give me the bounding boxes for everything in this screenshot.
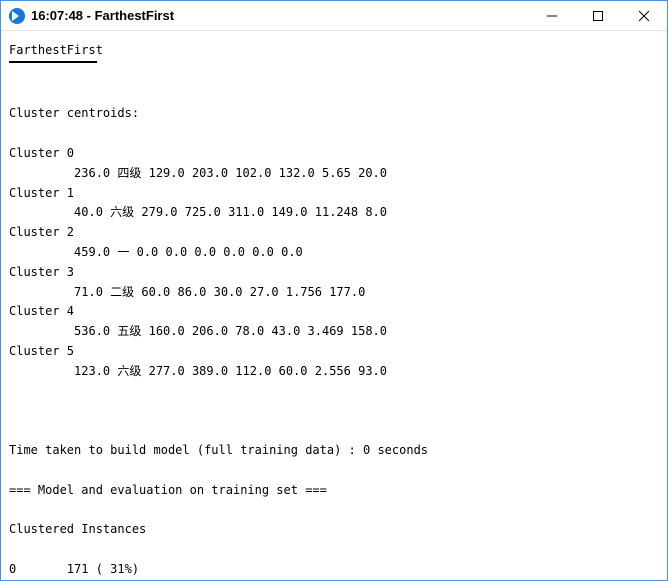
instances-header: Clustered Instances (9, 522, 146, 536)
maximize-button[interactable] (575, 1, 621, 30)
cluster-values: 236.0 四级 129.0 203.0 102.0 132.0 5.65 20… (9, 166, 387, 180)
output-area: FarthestFirst Cluster centroids: Cluster… (1, 31, 667, 580)
cluster-values: 40.0 六级 279.0 725.0 311.0 149.0 11.248 8… (9, 205, 387, 219)
cluster-label: Cluster 3 (9, 265, 74, 279)
divider (9, 61, 97, 63)
cluster-label: Cluster 2 (9, 225, 74, 239)
algorithm-name: FarthestFirst (9, 43, 103, 57)
cluster-values: 123.0 六级 277.0 389.0 112.0 60.0 2.556 93… (9, 364, 387, 378)
time-line: Time taken to build model (full training… (9, 443, 428, 457)
titlebar: 16:07:48 - FarthestFirst (1, 1, 667, 31)
window-controls (529, 1, 667, 30)
eval-header: === Model and evaluation on training set… (9, 483, 327, 497)
cluster-values: 536.0 五级 160.0 206.0 78.0 43.0 3.469 158… (9, 324, 387, 338)
cluster-label: Cluster 1 (9, 186, 74, 200)
minimize-icon (547, 11, 557, 21)
cluster-values: 459.0 一 0.0 0.0 0.0 0.0 0.0 0.0 (9, 245, 303, 259)
close-button[interactable] (621, 1, 667, 30)
window-title: 16:07:48 - FarthestFirst (31, 8, 529, 23)
centroids-header: Cluster centroids: (9, 106, 139, 120)
instance-row: 0 171 ( 31%) (9, 562, 139, 576)
maximize-icon (593, 11, 603, 21)
close-icon (639, 11, 649, 21)
minimize-button[interactable] (529, 1, 575, 30)
cluster-values: 71.0 二级 60.0 86.0 30.0 27.0 1.756 177.0 (9, 285, 365, 299)
cluster-label: Cluster 0 (9, 146, 74, 160)
cluster-label: Cluster 4 (9, 304, 74, 318)
app-icon (9, 8, 25, 24)
cluster-label: Cluster 5 (9, 344, 74, 358)
